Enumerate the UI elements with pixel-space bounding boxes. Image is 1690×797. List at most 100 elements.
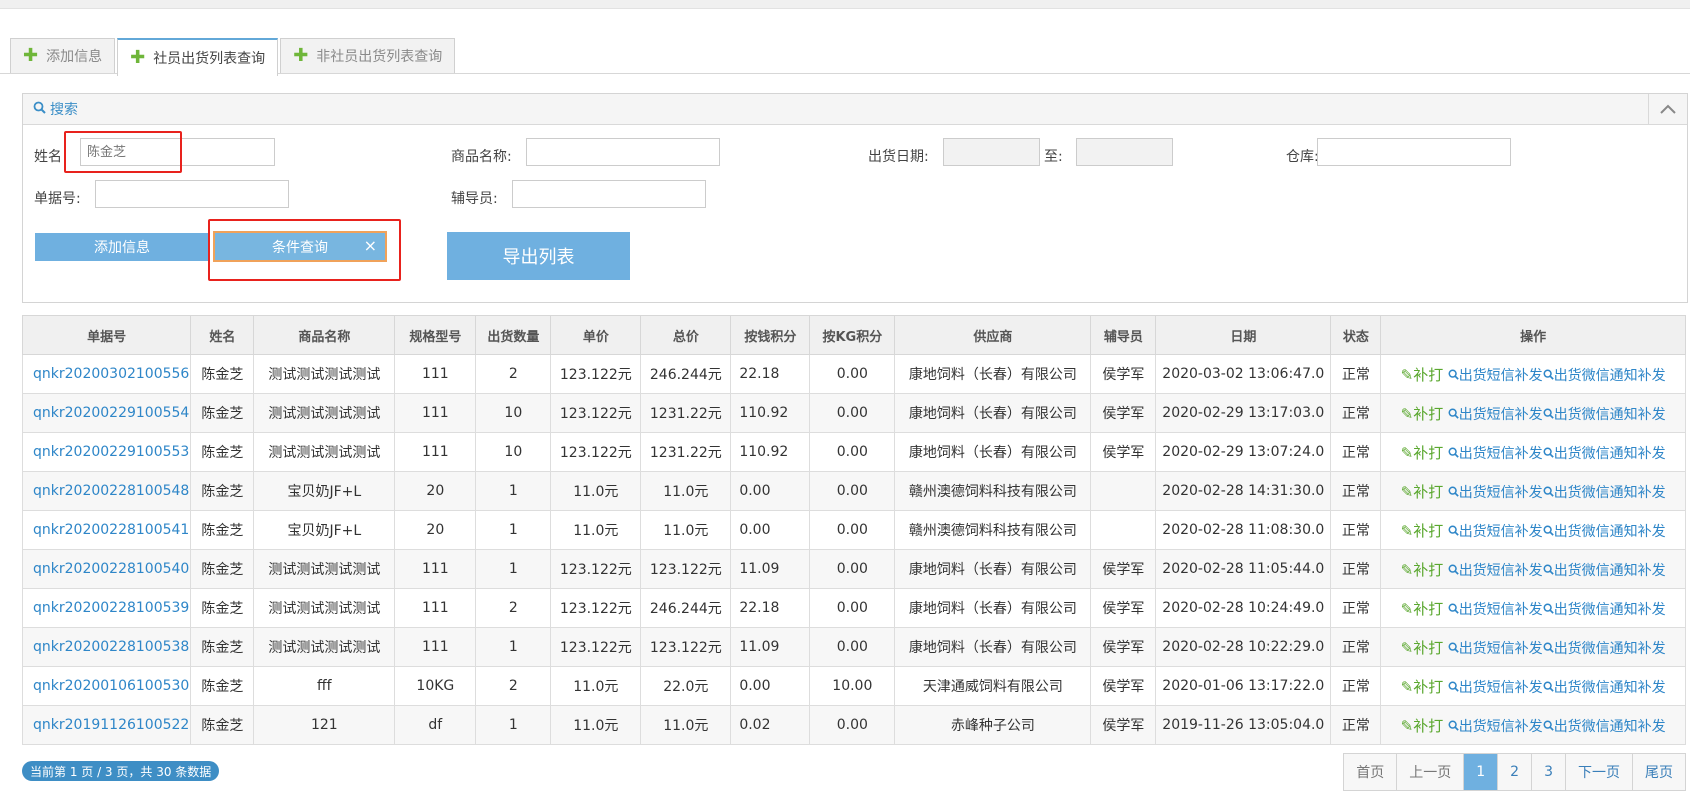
reprint-link[interactable]: ✎补打 [1401,444,1444,462]
next-page-button[interactable]: 下一页 [1565,754,1632,790]
ship-date-start-input[interactable] [943,138,1040,166]
page-1-button[interactable]: 1 [1463,754,1498,790]
resend-sms-link[interactable]: 出货短信补发 [1448,719,1543,735]
advisor-cell: 侯学军 [1090,705,1157,745]
bill-number-link[interactable]: qnkr20200228100540 [21,549,192,589]
ship-date-label: 出货日期: [868,149,929,165]
reprint-link[interactable]: ✎补打 [1401,483,1444,501]
tab-add-info[interactable]: ✚ 添加信息 [10,38,116,73]
bill-number-link[interactable]: qnkr20200228100548 [21,471,192,511]
bill-number-input[interactable] [95,180,289,208]
reprint-link[interactable]: ✎补打 [1401,522,1444,540]
resend-wechat-label: 出货微信通知补发 [1553,640,1666,657]
resend-wechat-link[interactable]: 出货微信通知补发 [1543,680,1666,696]
col-header[interactable]: 规格型号 [394,315,477,355]
spec-cell: 111 [394,588,477,628]
col-header[interactable]: 供应商 [894,315,1092,355]
table-row: qnkr20200229100553 陈金芝 测试测试测试测试 111 10 123.12… [21,432,1686,472]
tab-nonmember-shipment-query[interactable]: ✚ 非社员出货列表查询 [280,38,456,73]
reprint-link[interactable]: ✎补打 [1401,561,1444,579]
resend-wechat-link[interactable]: 出货微信通知补发 [1543,446,1666,462]
resend-wechat-label: 出货微信通知补发 [1553,601,1666,618]
col-header[interactable]: 总价 [640,315,732,355]
resend-wechat-link[interactable]: 出货微信通知补发 [1543,641,1666,657]
resend-sms-link[interactable]: 出货短信补发 [1448,368,1543,384]
supplier-cell: 赤峰种子公司 [894,705,1092,745]
resend-wechat-link[interactable]: 出货微信通知补发 [1543,368,1666,384]
status-cell: 正常 [1330,432,1382,472]
col-header[interactable]: 商品名称 [253,315,396,355]
col-header[interactable]: 姓名 [190,315,255,355]
reprint-link[interactable]: ✎补打 [1401,639,1444,657]
resend-sms-link[interactable]: 出货短信补发 [1448,446,1543,462]
resend-sms-link[interactable]: 出货短信补发 [1448,680,1543,696]
reprint-link[interactable]: ✎补打 [1401,600,1444,618]
resend-wechat-link[interactable]: 出货微信通知补发 [1543,407,1666,423]
col-header[interactable]: 日期 [1155,315,1332,355]
product-name-input[interactable] [526,138,720,166]
total-price-cell: 123.122元 [640,627,732,667]
bill-number-link[interactable]: qnkr20200228100541 [21,510,192,550]
resend-wechat-link[interactable]: 出货微信通知补发 [1543,563,1666,579]
resend-wechat-link[interactable]: 出货微信通知补发 [1543,602,1666,618]
reprint-link[interactable]: ✎补打 [1401,366,1444,384]
bill-number-link[interactable]: qnkr20200228100539 [21,588,192,628]
col-header[interactable]: 状态 [1330,315,1382,355]
actions-cell: ✎补打 出货短信补发 出货微信通知补发 [1380,354,1686,394]
page-3-button[interactable]: 3 [1531,754,1565,790]
bill-number-link[interactable]: qnkr20200229100553 [21,432,192,472]
collapse-button[interactable] [1648,94,1687,124]
first-page-button[interactable]: 首页 [1344,754,1397,790]
resend-sms-link[interactable]: 出货短信补发 [1448,641,1543,657]
resend-sms-link[interactable]: 出货短信补发 [1448,407,1543,423]
resend-sms-link[interactable]: 出货短信补发 [1448,524,1543,540]
actions-cell: ✎补打 出货短信补发 出货微信通知补发 [1380,393,1686,433]
bill-number-link[interactable]: qnkr20200106100530 [21,666,192,706]
pencil-icon: ✎ [1400,443,1414,462]
warehouse-input[interactable] [1317,138,1511,166]
col-header[interactable]: 单据号 [21,315,192,355]
bill-number-link[interactable]: qnkr20191126100522 [21,705,192,745]
resend-wechat-link[interactable]: 出货微信通知补发 [1543,524,1666,540]
last-page-button[interactable]: 尾页 [1632,754,1685,790]
resend-sms-link[interactable]: 出货短信补发 [1448,563,1543,579]
bill-number-link[interactable]: qnkr20200302100556 [21,354,192,394]
status-cell: 正常 [1330,510,1382,550]
col-header[interactable]: 出货数量 [475,315,552,355]
resend-sms-link[interactable]: 出货短信补发 [1448,602,1543,618]
col-header[interactable]: 单价 [550,315,642,355]
unit-price-cell: 123.122元 [550,588,642,628]
name-cell: 陈金芝 [190,432,255,472]
bill-number-label: 单据号: [34,191,81,207]
reprint-link[interactable]: ✎补打 [1401,678,1444,696]
col-header[interactable]: 辅导员 [1090,315,1157,355]
highlight-box-name [64,131,182,173]
bill-number-link[interactable]: qnkr20200228100538 [21,627,192,667]
export-list-button[interactable]: 导出列表 [447,232,630,280]
advisor-input[interactable] [512,180,706,208]
resend-wechat-link[interactable]: 出货微信通知补发 [1543,485,1666,501]
product-cell: 测试测试测试测试 [253,354,396,394]
reprint-link[interactable]: ✎补打 [1401,405,1444,423]
tab-member-shipment-query[interactable]: ✚ 社员出货列表查询 [117,38,279,76]
pencil-icon: ✎ [1400,716,1414,735]
supplier-cell: 康地饲料（长春）有限公司 [894,354,1092,394]
money-points-cell: 11.09 [730,627,811,667]
actions-cell: ✎补打 出货短信补发 出货微信通知补发 [1380,666,1686,706]
page-2-button[interactable]: 2 [1497,754,1532,790]
bill-number-link[interactable]: qnkr20200229100554 [21,393,192,433]
money-points-cell: 110.92 [730,432,811,472]
reprint-link[interactable]: ✎补打 [1401,717,1444,735]
search-icon [1448,642,1459,653]
spec-cell: df [394,705,477,745]
col-header[interactable]: 按钱积分 [730,315,811,355]
pencil-icon: ✎ [1400,404,1414,423]
product-cell: 测试测试测试测试 [253,549,396,589]
resend-wechat-link[interactable]: 出货微信通知补发 [1543,719,1666,735]
ship-date-end-input[interactable] [1076,138,1173,166]
resend-sms-link[interactable]: 出货短信补发 [1448,485,1543,501]
qty-cell: 1 [475,510,552,550]
prev-page-button[interactable]: 上一页 [1396,754,1464,790]
add-info-button[interactable]: 添加信息 [35,233,209,261]
col-header[interactable]: 按KG积分 [809,315,896,355]
